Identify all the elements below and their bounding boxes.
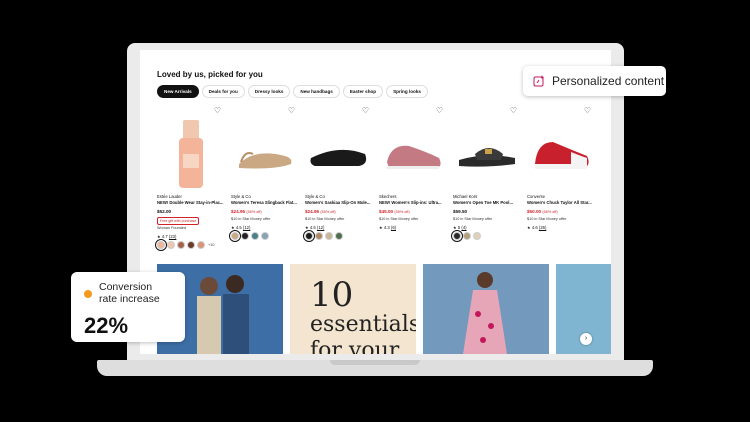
conversion-label: Conversion rate increase	[99, 281, 160, 305]
fashion-tile-dress[interactable]	[423, 264, 549, 354]
tab-new-arrivals[interactable]: New Arrivals	[157, 85, 199, 98]
swatch[interactable]	[303, 230, 315, 242]
sparkle-square-icon	[533, 75, 545, 87]
product-name[interactable]: Women's Open Toe MK Pool...	[453, 200, 523, 205]
tab-deals[interactable]: Deals for you	[201, 85, 245, 98]
heart-icon[interactable]: ♡	[584, 106, 591, 115]
tab-dressy-looks[interactable]: Dressy looks	[247, 85, 291, 98]
product-rating: ★ 4.7 (23)	[157, 234, 177, 239]
product-name[interactable]: Women's Chuck Taylor All Star...	[527, 200, 597, 205]
product-card[interactable]: ♡ Style & Co Women's Saskiaa Slip-On Mul…	[303, 106, 375, 246]
color-swatches	[303, 230, 343, 242]
color-swatches	[229, 230, 269, 242]
status-dot	[84, 290, 92, 298]
swatch[interactable]	[251, 232, 259, 240]
heart-icon[interactable]: ♡	[362, 106, 369, 115]
product-price: $50.00 (55% off)	[527, 209, 558, 214]
product-card[interactable]: ♡ Style & Co Women's Teresa Slingback Fl…	[229, 106, 301, 246]
color-swatches	[451, 230, 481, 242]
product-brand: Skechers	[379, 194, 397, 199]
converse-sneaker-image[interactable]	[531, 118, 591, 190]
swatch[interactable]	[155, 239, 167, 251]
product-price: $52.00	[157, 209, 172, 214]
swatch[interactable]	[335, 232, 343, 240]
conversion-rate-card: Conversion rate increase 22%	[71, 272, 185, 342]
more-swatches[interactable]: +10	[208, 243, 214, 247]
product-brand: Style & Co	[231, 194, 251, 199]
product-card[interactable]: ♡ Converse Women's Chuck Taylor All Star…	[527, 106, 597, 246]
swatch[interactable]	[315, 232, 323, 240]
personalized-content-label: Personalized content	[552, 74, 665, 88]
heart-icon[interactable]: ♡	[436, 106, 443, 115]
product-rating: ★ 4.5 (12)	[305, 225, 325, 230]
product-name[interactable]: NEW! Double Wear Stay-in-Plac...	[157, 200, 227, 205]
heart-icon[interactable]: ♡	[214, 106, 221, 115]
chevron-right-icon[interactable]: ›	[580, 333, 592, 345]
swatch[interactable]	[197, 241, 205, 249]
offer-text: $10 in Star Money offer	[453, 217, 493, 221]
founded-label: Woman Founded	[157, 226, 187, 230]
product-name[interactable]: Women's Teresa Slingback Flat...	[231, 200, 301, 205]
swatch[interactable]	[241, 232, 249, 240]
color-swatches: +10	[155, 239, 214, 251]
product-rating: ★ 4.5 (12)	[231, 225, 251, 230]
product-brand: Estée Lauder	[157, 194, 182, 199]
product-name[interactable]: NEW! Women's Slip-ins: Ultra...	[379, 200, 449, 205]
slide-sandal-image[interactable]	[457, 118, 517, 190]
heart-icon[interactable]: ♡	[510, 106, 517, 115]
offer-text: $10 in Star Money offer	[305, 217, 345, 221]
product-brand: Converse	[527, 194, 545, 199]
offer-text: $10 in Star Money offer	[379, 217, 419, 221]
product-rating: ★ 4.6 (26)	[527, 225, 547, 230]
tab-bar: New Arrivals Deals for you Dressy looks …	[157, 85, 428, 98]
swatch[interactable]	[229, 230, 241, 242]
swatch[interactable]	[463, 232, 471, 240]
swatch[interactable]	[187, 241, 195, 249]
swatch[interactable]	[451, 230, 463, 242]
section-heading: Loved by us, picked for you	[157, 70, 263, 79]
laptop-notch	[330, 360, 420, 365]
swatch[interactable]	[473, 232, 481, 240]
conversion-value: 22%	[84, 313, 129, 338]
swatch[interactable]	[167, 241, 175, 249]
slingback-flat-image[interactable]	[235, 118, 295, 190]
essentials-headline: 10 essentials for your	[310, 275, 416, 354]
product-price: $59.50	[453, 209, 468, 214]
product-name[interactable]: Women's Saskiaa Slip-On Mule...	[305, 200, 375, 205]
swatch[interactable]	[325, 232, 333, 240]
product-rating: ★ 4.3 (6)	[379, 225, 397, 230]
essentials-tile[interactable]: 10 essentials for your	[290, 264, 416, 354]
product-brand: Michael Kors	[453, 194, 478, 199]
foundation-bottle-image[interactable]	[161, 118, 221, 190]
tab-new-handbags[interactable]: New handbags	[293, 85, 340, 98]
heart-icon[interactable]: ♡	[288, 106, 295, 115]
product-price: $24.95 (55% off)	[305, 209, 336, 214]
swatch[interactable]	[177, 241, 185, 249]
product-card[interactable]: ♡ Michael Kors Women's Open Toe MK Pool.…	[451, 106, 523, 246]
offer-text: $10 in Star Money offer	[231, 217, 271, 221]
tab-spring-looks[interactable]: Spring looks	[386, 85, 428, 98]
personalized-content-card: Personalized content	[523, 66, 666, 96]
product-price: $45.00 (55% off)	[379, 209, 410, 214]
offer-text: $10 in Star Money offer	[527, 217, 567, 221]
mule-image[interactable]	[309, 118, 369, 190]
product-card[interactable]: ♡ Estée Lauder NEW! Double Wear Stay-in-…	[155, 106, 227, 251]
floral-dress-photo	[423, 264, 549, 354]
promo-badge: Free gift with purchase	[157, 217, 200, 225]
sneaker-image[interactable]	[383, 118, 443, 190]
tab-easter-shop[interactable]: Easter shop	[342, 85, 384, 98]
product-brand: Style & Co	[305, 194, 325, 199]
product-rating: ★ 5 (4)	[453, 225, 467, 230]
swatch[interactable]	[261, 232, 269, 240]
product-price: $24.95 (55% off)	[231, 209, 262, 214]
product-card[interactable]: ♡ Skechers NEW! Women's Slip-ins: Ultra.…	[379, 106, 449, 246]
